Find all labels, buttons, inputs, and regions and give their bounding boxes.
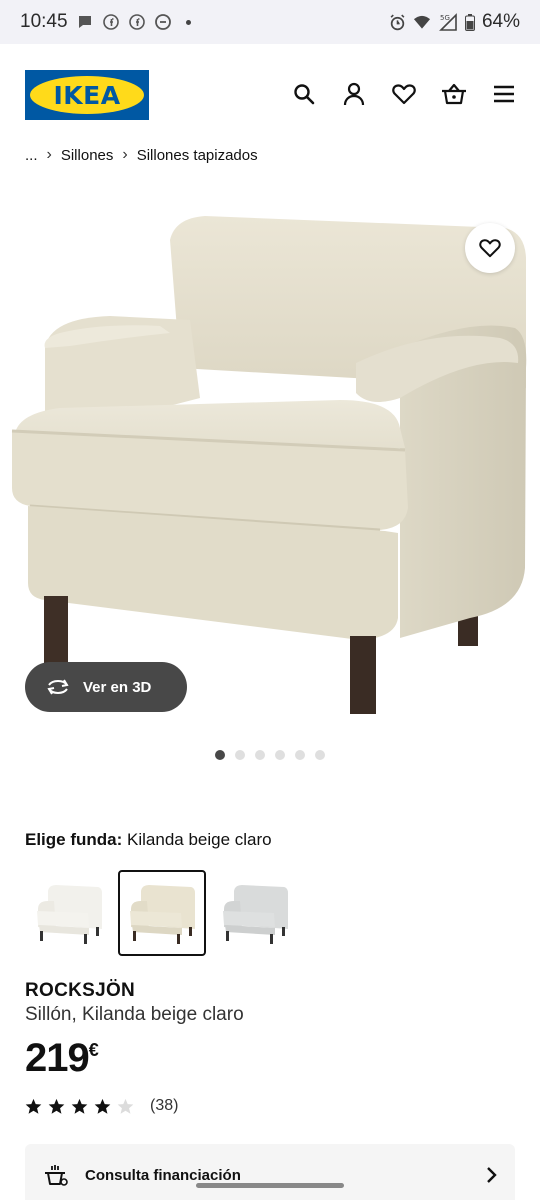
carousel-indicators bbox=[0, 750, 540, 760]
cover-swatches bbox=[25, 870, 299, 956]
search-icon[interactable] bbox=[290, 80, 318, 108]
view-in-3d-button[interactable]: Ver en 3D bbox=[25, 662, 187, 712]
more-notifications-dot bbox=[185, 19, 191, 25]
carousel-dot[interactable] bbox=[275, 750, 285, 760]
view-in-3d-label: Ver en 3D bbox=[83, 678, 152, 696]
finance-consultation-button[interactable]: Consulta financiación bbox=[25, 1144, 515, 1200]
header-actions bbox=[290, 80, 518, 108]
finance-basket-icon bbox=[45, 1165, 68, 1186]
carousel-dot[interactable] bbox=[215, 750, 225, 760]
home-indicator[interactable] bbox=[196, 1183, 344, 1188]
status-right: 5G 64% bbox=[389, 11, 520, 33]
logo-oval: IKEA bbox=[30, 76, 144, 114]
armchair-thumbnail-white bbox=[37, 885, 102, 944]
review-count: (38) bbox=[150, 1097, 179, 1114]
svg-text:5G: 5G bbox=[440, 14, 450, 22]
product-image-gallery[interactable]: Ver en 3D bbox=[0, 188, 540, 738]
product-rating[interactable]: (38) bbox=[25, 1097, 178, 1115]
basket-icon[interactable] bbox=[440, 80, 468, 108]
cover-option-white[interactable] bbox=[25, 870, 113, 956]
heart-icon bbox=[479, 239, 501, 258]
price-currency: € bbox=[88, 1040, 99, 1060]
carousel-dot[interactable] bbox=[235, 750, 245, 760]
star-filled-icon bbox=[25, 1098, 42, 1114]
product-description: Sillón, Kilanda beige claro bbox=[25, 1004, 244, 1025]
carousel-dot[interactable] bbox=[255, 750, 265, 760]
star-empty-icon bbox=[117, 1098, 134, 1114]
carousel-dot[interactable] bbox=[295, 750, 305, 760]
account-icon[interactable] bbox=[340, 80, 368, 108]
heart-icon[interactable] bbox=[390, 80, 418, 108]
site-header: IKEA bbox=[0, 44, 540, 140]
alarm-icon bbox=[389, 13, 407, 31]
status-bar: 10:45 5G 64% bbox=[0, 0, 540, 44]
status-time: 10:45 bbox=[20, 11, 68, 32]
armchair-thumbnail-grey bbox=[223, 885, 288, 944]
price-integer: 219 bbox=[25, 1036, 90, 1080]
armchair-thumbnail-beige bbox=[130, 885, 195, 944]
carousel-dot[interactable] bbox=[315, 750, 325, 760]
cover-option-beige[interactable] bbox=[118, 870, 206, 956]
chevron-right-icon bbox=[487, 1167, 497, 1183]
add-to-favourites-button[interactable] bbox=[465, 223, 515, 273]
wifi-icon bbox=[413, 13, 431, 31]
product-price: 219 € bbox=[25, 1036, 99, 1080]
facebook-notification-icon bbox=[102, 13, 120, 31]
star-filled-icon bbox=[71, 1098, 88, 1114]
cover-label-title: Elige funda: bbox=[25, 830, 123, 849]
star-filled-icon bbox=[94, 1098, 111, 1114]
finance-label: Consulta financiación bbox=[85, 1166, 241, 1184]
signal-5g-icon: 5G bbox=[437, 13, 459, 31]
chat-notification-icon bbox=[76, 13, 94, 31]
chevron-right-icon: › bbox=[122, 146, 128, 163]
rotate-3d-icon bbox=[47, 679, 69, 695]
chevron-right-icon: › bbox=[46, 146, 52, 163]
cover-option-grey[interactable] bbox=[211, 870, 299, 956]
product-image-armchair bbox=[11, 216, 527, 714]
breadcrumb-item-sillones[interactable]: Sillones bbox=[61, 147, 114, 164]
battery-icon bbox=[465, 13, 476, 31]
star-filled-icon bbox=[48, 1098, 65, 1114]
facebook-notification-icon bbox=[128, 13, 146, 31]
cover-selector-label: Elige funda: Kilanda beige claro bbox=[25, 830, 272, 850]
breadcrumb: ... › Sillones › Sillones tapizados bbox=[25, 146, 258, 164]
cover-selected-value: Kilanda beige claro bbox=[127, 830, 272, 849]
app-notification-icon bbox=[154, 13, 172, 31]
ikea-logo[interactable]: IKEA bbox=[25, 70, 149, 120]
battery-level: 64% bbox=[481, 11, 520, 32]
status-left: 10:45 bbox=[20, 11, 191, 33]
menu-icon[interactable] bbox=[490, 80, 518, 108]
logo-text: IKEA bbox=[53, 80, 121, 110]
product-name: ROCKSJÖN bbox=[25, 980, 136, 1001]
breadcrumb-item-sillones-tapizados[interactable]: Sillones tapizados bbox=[137, 147, 258, 164]
breadcrumb-ellipsis[interactable]: ... bbox=[25, 147, 38, 164]
